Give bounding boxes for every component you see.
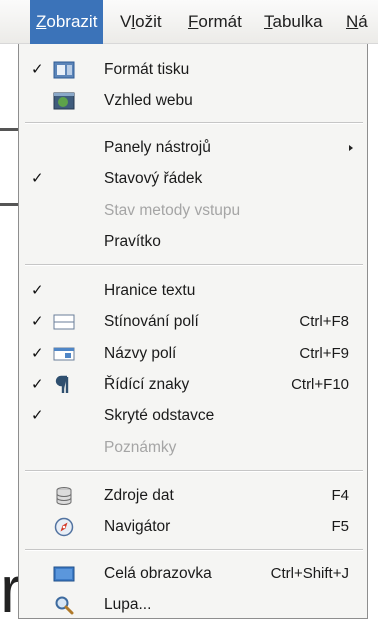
check-icon: ✓ (31, 407, 44, 424)
menu-item-label: Názvy polí (104, 345, 177, 362)
menu-separator (25, 264, 363, 266)
check-icon: ✓ (31, 376, 44, 393)
check-icon: ✓ (31, 61, 44, 78)
menu-item-stav-metody-vstupu: Stav metody vstupu (19, 197, 367, 225)
field-names-icon (53, 344, 75, 364)
menu-format-label: ormát (198, 12, 242, 31)
menu-item-label: Celá obrazovka (104, 565, 212, 582)
menu-item-label: Stav metody vstupu (104, 202, 241, 219)
menu-item-skryte-odstavce[interactable]: ✓ Skryté odstavce (19, 402, 367, 430)
menu-napoveda-label: á (358, 12, 368, 31)
pilcrow-icon (53, 375, 75, 395)
menu-item-lupa[interactable]: Lupa... (19, 591, 367, 619)
menu-napoveda[interactable]: Ná (340, 0, 374, 44)
menu-item-panely-nastroju[interactable]: Panely nástrojů (19, 134, 367, 162)
menu-separator (25, 122, 363, 124)
menu-zobrazit-accel: Z (36, 12, 47, 31)
menu-item-poznamky: Poznámky (19, 434, 367, 462)
menu-vlozit-label: ožit (135, 12, 162, 31)
menu-separator (25, 470, 363, 472)
menu-vlozit-prefix: V (120, 12, 132, 31)
menu-tabulka-label: abulka (272, 12, 323, 31)
menu-item-label: Panely nástrojů (104, 139, 211, 156)
compass-icon (53, 517, 75, 537)
background-document-line (0, 203, 18, 206)
menu-item-navigator[interactable]: Navigátor F5 (19, 513, 367, 541)
menu-item-label: Skryté odstavce (104, 407, 215, 424)
menu-item-hranice-textu[interactable]: ✓ Hranice textu (19, 277, 367, 305)
menu-format[interactable]: Formát (182, 0, 248, 44)
menu-item-nazvy-poli[interactable]: ✓ Názvy polí Ctrl+F9 (19, 340, 367, 368)
menu-item-stavovy-radek[interactable]: ✓ Stavový řádek (19, 165, 367, 193)
menu-item-cela-obrazovka[interactable]: Celá obrazovka Ctrl+Shift+J (19, 560, 367, 588)
menu-item-shortcut: Ctrl+F8 (299, 313, 349, 330)
submenu-arrow-icon (349, 145, 353, 151)
field-shading-icon (53, 312, 75, 332)
menu-item-stinovani-poli[interactable]: ✓ Stínování polí Ctrl+F8 (19, 308, 367, 336)
menu-zobrazit-label: obrazit (46, 12, 98, 31)
check-icon: ✓ (31, 313, 44, 330)
menu-item-pravitko[interactable]: Pravítko (19, 228, 367, 256)
full-screen-icon (53, 564, 75, 584)
view-menu-dropdown: ✓ Formát tisku Vzhled webu Panely nástro… (18, 44, 368, 619)
menu-item-shortcut: F5 (331, 518, 349, 535)
menu-item-vzhled-webu[interactable]: Vzhled webu (19, 87, 367, 115)
menu-item-label: Navigátor (104, 518, 171, 535)
menu-item-label: Stínování polí (104, 313, 199, 330)
menu-item-label: Formát tisku (104, 61, 190, 78)
menu-item-label: Hranice textu (104, 282, 196, 299)
background-document-line (0, 128, 18, 131)
menu-item-zdroje-dat[interactable]: Zdroje dat F4 (19, 482, 367, 510)
check-icon: ✓ (31, 170, 44, 187)
menu-item-ridici-znaky[interactable]: ✓ Řídící znaky Ctrl+F10 (19, 371, 367, 399)
web-layout-icon (53, 91, 75, 111)
menu-tabulka[interactable]: Tabulka (258, 0, 329, 44)
magnifier-icon (53, 595, 75, 615)
menu-separator (25, 549, 363, 551)
menu-napoveda-accel: N (346, 12, 359, 31)
menu-item-shortcut: Ctrl+F9 (299, 345, 349, 362)
database-icon (53, 486, 75, 506)
menu-vlozit[interactable]: Vložit (114, 0, 168, 44)
menu-item-shortcut: Ctrl+Shift+J (270, 565, 349, 582)
menu-bar: Zobrazit Vložit Formát Tabulka Ná (0, 0, 378, 44)
menu-item-label: Zdroje dat (104, 487, 174, 504)
menu-item-label: Stavový řádek (104, 170, 203, 187)
menu-item-label: Lupa... (104, 596, 152, 613)
check-icon: ✓ (31, 282, 44, 299)
menu-item-label: Řídící znaky (104, 376, 190, 393)
menu-item-shortcut: Ctrl+F10 (291, 376, 349, 393)
print-layout-icon (53, 60, 75, 80)
menu-item-label: Poznámky (104, 439, 177, 456)
menu-item-label: Pravítko (104, 233, 161, 250)
menu-zobrazit[interactable]: Zobrazit (30, 0, 104, 44)
menu-tabulka-accel: T (264, 12, 273, 31)
menu-item-label: Vzhled webu (104, 92, 193, 109)
menu-item-format-tisku[interactable]: ✓ Formát tisku (19, 56, 367, 84)
menu-format-accel: F (188, 12, 199, 31)
check-icon: ✓ (31, 345, 44, 362)
menu-item-shortcut: F4 (331, 487, 349, 504)
